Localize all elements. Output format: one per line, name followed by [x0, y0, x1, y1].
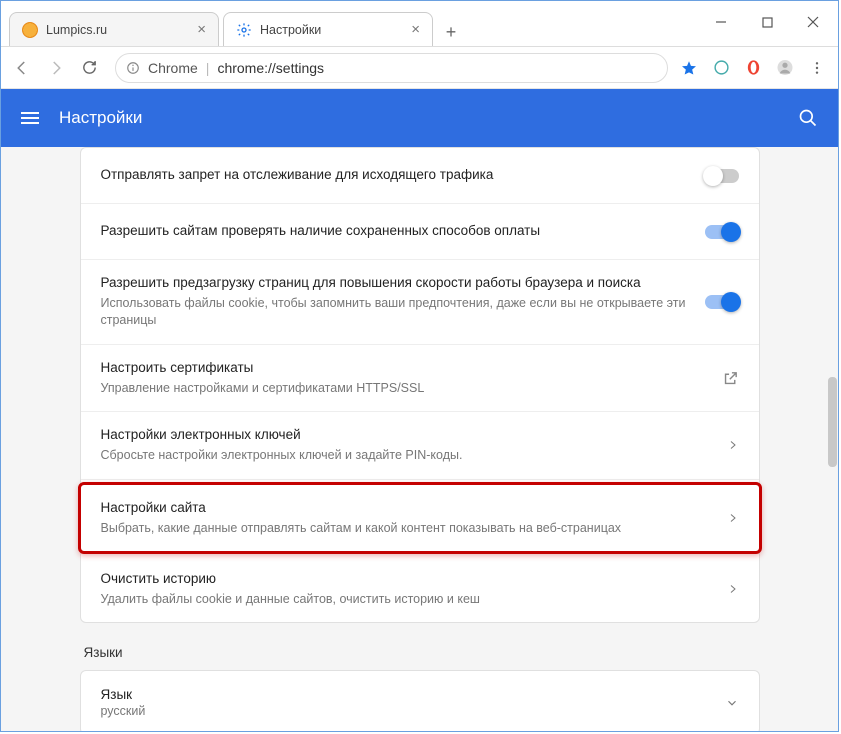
extension-circle-icon[interactable] — [712, 59, 730, 77]
privacy-card: Отправлять запрет на отслеживание для ис… — [80, 147, 760, 623]
toggle-switch[interactable] — [705, 295, 739, 309]
section-label-languages: Языки — [80, 645, 760, 660]
address-path: chrome://settings — [217, 60, 324, 76]
back-button[interactable] — [13, 59, 35, 77]
info-icon — [126, 61, 140, 75]
external-link-icon — [722, 370, 739, 387]
page-title: Настройки — [59, 108, 798, 128]
row-title: Настройки сайта — [101, 499, 711, 518]
row-title: Разрешить предзагрузку страниц для повыш… — [101, 274, 689, 293]
settings-row-security-keys[interactable]: Настройки электронных ключей Сбросьте нас… — [81, 412, 759, 479]
scrollbar-thumb[interactable] — [828, 377, 837, 467]
language-value: русский — [101, 704, 725, 718]
tab-title: Настройки — [260, 23, 321, 37]
chevron-right-icon — [727, 512, 739, 524]
language-title: Язык — [101, 687, 725, 702]
toggle-switch[interactable] — [705, 169, 739, 183]
tab-title: Lumpics.ru — [46, 23, 107, 37]
maximize-button[interactable] — [744, 7, 790, 37]
settings-row-preload: Разрешить предзагрузку страниц для повыш… — [81, 260, 759, 345]
extension-opera-icon[interactable] — [744, 59, 762, 77]
row-subtitle: Удалить файлы cookie и данные сайтов, оч… — [101, 591, 711, 609]
row-subtitle: Использовать файлы cookie, чтобы запомни… — [101, 295, 689, 330]
address-origin: Chrome — [148, 60, 198, 76]
browser-window: Lumpics.ru × Настройки × + Chrome | — [0, 0, 839, 732]
reload-button[interactable] — [81, 59, 103, 76]
settings-content[interactable]: Отправлять запрет на отслеживание для ис… — [1, 147, 838, 731]
row-subtitle: Выбрать, какие данные отправлять сайтам … — [101, 520, 711, 538]
row-title: Очистить историю — [101, 570, 711, 589]
close-icon[interactable]: × — [197, 21, 206, 38]
row-title: Настроить сертификаты — [101, 359, 706, 378]
row-title: Отправлять запрет на отслеживание для ис… — [101, 166, 689, 185]
forward-button[interactable] — [47, 59, 69, 77]
row-subtitle: Управление настройками и сертификатами H… — [101, 380, 706, 398]
address-bar: Chrome | chrome://settings — [1, 47, 838, 89]
profile-avatar-icon[interactable] — [776, 59, 794, 77]
row-subtitle: Сбросьте настройки электронных ключей и … — [101, 447, 711, 465]
minimize-button[interactable] — [698, 7, 744, 37]
settings-row-clear-history[interactable]: Очистить историю Удалить файлы cookie и д… — [81, 556, 759, 622]
settings-row-do-not-track: Отправлять запрет на отслеживание для ис… — [81, 148, 759, 204]
address-field[interactable]: Chrome | chrome://settings — [115, 53, 668, 83]
toggle-switch[interactable] — [705, 225, 739, 239]
search-icon[interactable] — [798, 108, 818, 128]
menu-dots-icon[interactable] — [808, 59, 826, 77]
settings-header: Настройки — [1, 89, 838, 147]
chevron-right-icon — [727, 439, 739, 451]
tab-settings[interactable]: Настройки × — [223, 12, 433, 46]
toolbar-actions — [680, 59, 826, 77]
language-row[interactable]: Язык русский — [80, 670, 760, 731]
row-title: Настройки электронных ключей — [101, 426, 711, 445]
settings-row-site-settings[interactable]: Настройки сайта Выбрать, какие данные отп… — [78, 482, 762, 554]
bookmark-star-icon[interactable] — [680, 59, 698, 77]
row-title: Разрешить сайтам проверять наличие сохра… — [101, 222, 689, 241]
chevron-right-icon — [727, 583, 739, 595]
hamburger-menu-icon[interactable] — [21, 112, 39, 124]
close-icon[interactable]: × — [411, 21, 420, 38]
window-controls — [698, 7, 836, 37]
favicon-icon — [22, 22, 38, 38]
new-tab-button[interactable]: + — [437, 18, 465, 46]
chevron-down-icon — [725, 696, 739, 710]
settings-row-payment-methods: Разрешить сайтам проверять наличие сохра… — [81, 204, 759, 260]
settings-row-certificates[interactable]: Настроить сертификаты Управление настройк… — [81, 345, 759, 412]
tab-lumpics[interactable]: Lumpics.ru × — [9, 12, 219, 46]
gear-icon — [236, 22, 252, 38]
close-button[interactable] — [790, 7, 836, 37]
